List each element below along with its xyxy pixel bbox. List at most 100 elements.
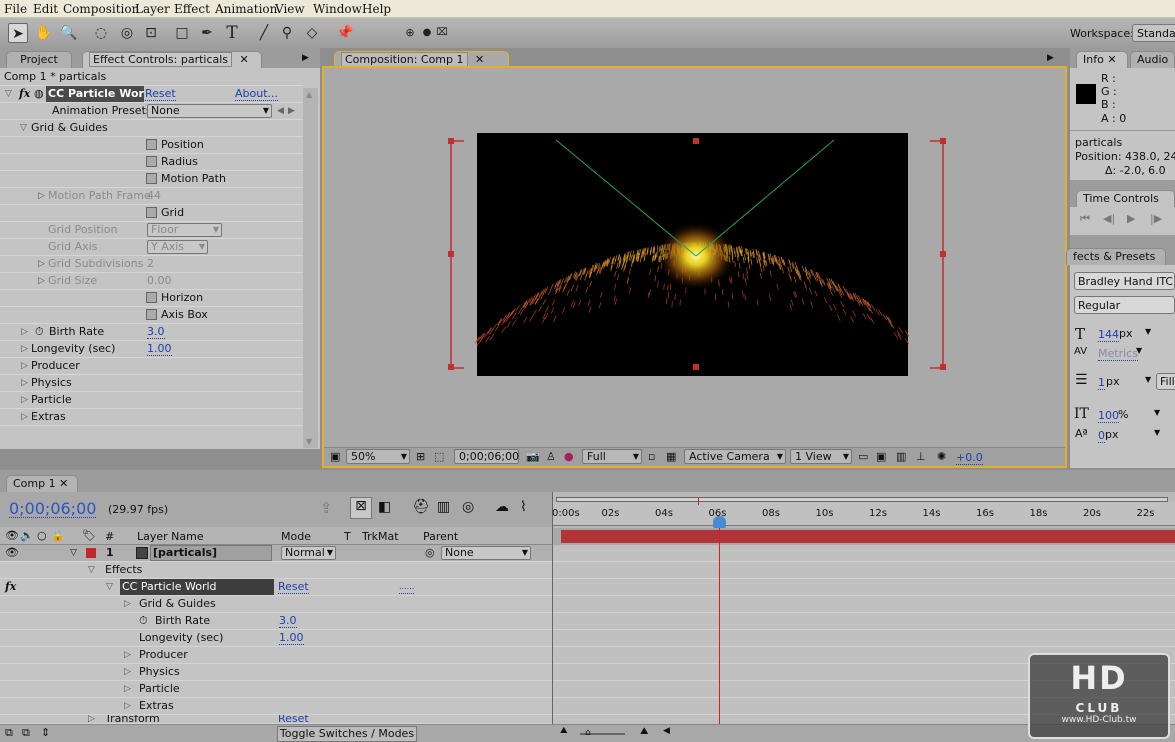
video-switch-icon[interactable]: 👁 (5, 529, 19, 542)
physics-group[interactable]: Physics (139, 664, 180, 680)
motion-path-checkbox[interactable] (146, 173, 157, 184)
menu-help[interactable]: Help (362, 2, 391, 16)
pickwhip-icon[interactable]: ◎ (425, 545, 435, 561)
birth-rate-value[interactable]: 3.0 (147, 325, 165, 339)
horizon-checkbox[interactable] (146, 292, 157, 303)
pen-tool-icon[interactable]: ✒ (197, 23, 217, 43)
expand-icon[interactable]: ▷ (124, 664, 131, 680)
column-layer-name[interactable]: Layer Name (137, 530, 204, 543)
expand-icon[interactable]: ▷ (21, 392, 28, 408)
next-preset-icon[interactable]: ▶ (288, 103, 295, 119)
fx-icon[interactable]: fx (19, 86, 30, 102)
toggle-pixel-aspect-icon[interactable]: ▭ (858, 450, 868, 463)
current-time-indicator[interactable] (719, 522, 720, 724)
first-frame-icon[interactable]: ⏮ (1080, 212, 1090, 226)
label-color-swatch[interactable] (86, 548, 96, 558)
menu-window[interactable]: Window (313, 2, 362, 16)
blend-mode-select[interactable]: Normal (281, 546, 336, 560)
close-icon[interactable]: ✕ (1107, 53, 1116, 66)
grid-guides-group[interactable]: Grid & Guides (31, 120, 108, 136)
toggle-switches-modes-button[interactable]: Toggle Switches / Modes (277, 726, 417, 742)
birth-rate-value[interactable]: 3.0 (279, 614, 297, 628)
view-axis-icon[interactable]: ⌧ (432, 23, 452, 43)
fill-stroke-select[interactable]: Fill (1156, 373, 1175, 390)
composition-viewer[interactable]: ▣ 50% ▼ ⊞ ⬚ 0;00;06;00 📷 ♙ ● Full ▼ ▫ ▦ Ac… (322, 66, 1067, 468)
tab-effect-controls[interactable]: Effect Controls: particals ✕ (82, 51, 262, 68)
workspace-select[interactable]: Standar (1132, 24, 1175, 42)
particle-group[interactable]: Particle (31, 392, 72, 408)
previous-frame-icon[interactable]: ◀| (1103, 212, 1115, 225)
vertical-scale-dropdown-icon[interactable]: ▼ (1154, 408, 1160, 417)
graph-editor-icon[interactable]: ⌇ (520, 499, 527, 515)
close-icon[interactable]: ✕ (240, 53, 249, 66)
baseline-shift-value[interactable]: 0 (1098, 429, 1105, 443)
grid-guides-group[interactable]: Grid & Guides (139, 596, 216, 612)
mask-visibility-icon[interactable]: ⬚ (434, 450, 444, 463)
animation-presets-select[interactable]: None (147, 104, 272, 118)
flowchart-icon[interactable]: ⊥ (916, 450, 926, 463)
close-icon[interactable]: ✕ (59, 477, 68, 490)
expand-modes-icon[interactable]: ⧉ (22, 726, 30, 740)
scroll-left-icon[interactable]: ◀ (663, 726, 670, 736)
producer-group[interactable]: Producer (139, 647, 188, 663)
comp-mini-flowchart-icon[interactable]: ⇪ (320, 499, 333, 517)
draft-3d-icon[interactable]: ◧ (378, 499, 391, 515)
tab-comp-1[interactable]: Comp 1 ✕ (6, 475, 78, 492)
pan-behind-tool-icon[interactable]: ⊡ (141, 23, 161, 43)
expand-icon[interactable]: ▷ (21, 358, 28, 374)
extras-group[interactable]: Extras (31, 409, 66, 425)
reset-exposure-icon[interactable]: ✺ (937, 450, 946, 463)
axis-box-checkbox[interactable] (146, 309, 157, 320)
collapse-icon[interactable]: ▽ (106, 579, 113, 595)
menu-composition[interactable]: Composition (63, 2, 139, 16)
rectangle-tool-icon[interactable]: □ (172, 23, 192, 43)
rotate-tool-icon[interactable]: ◌ (91, 23, 111, 43)
audio-switch-icon[interactable]: 🔈 (20, 529, 34, 542)
longevity-value[interactable]: 1.00 (147, 342, 172, 356)
next-frame-icon[interactable]: |▶ (1150, 212, 1162, 225)
expand-icon[interactable]: ▷ (88, 715, 95, 723)
menu-layer[interactable]: Layer (135, 2, 170, 16)
property-row[interactable]: ▷ Grid & Guides (0, 596, 552, 613)
expand-icon[interactable]: ▷ (124, 647, 131, 663)
effect-name[interactable]: CC Particle World (46, 86, 144, 102)
always-preview-icon[interactable]: ▣ (330, 450, 340, 463)
resolution-select[interactable]: Full ▼ (582, 449, 642, 464)
timeline-icon[interactable]: ▥ (896, 450, 906, 463)
layer-name[interactable]: [particals] (150, 545, 272, 561)
stopwatch-icon[interactable]: ⏱ (35, 324, 44, 340)
play-icon[interactable]: ▶ (1127, 212, 1135, 225)
brush-tool-icon[interactable]: ╱ (254, 23, 274, 43)
frame-blending-icon[interactable]: ▥ (437, 499, 450, 515)
layer-row[interactable]: 👁 ▽ 1 [particals] Normal ◎ None (0, 545, 552, 562)
channel-icon[interactable]: ● (564, 450, 574, 463)
vertical-scale-value[interactable]: 100 (1098, 409, 1119, 423)
collapse-icon[interactable]: ▽ (20, 120, 27, 136)
collapse-icon[interactable]: ▽ (70, 545, 77, 561)
effect-about-link[interactable]: ...... (399, 580, 415, 594)
expand-icon[interactable]: ▷ (124, 681, 131, 697)
tab-audio[interactable]: Audio (1130, 51, 1175, 68)
menu-effect[interactable]: Effect (174, 2, 210, 16)
lock-switch-icon[interactable]: 🔒 (51, 529, 65, 542)
property-row[interactable]: ▷ Physics (0, 664, 552, 681)
effect-name[interactable]: CC Particle World (120, 579, 274, 595)
eraser-tool-icon[interactable]: ◇ (302, 23, 322, 43)
expand-icon[interactable]: ▷ (21, 324, 28, 340)
menu-file[interactable]: File (4, 2, 27, 16)
expand-icon[interactable]: ▷ (38, 256, 45, 272)
position-checkbox[interactable] (146, 139, 157, 150)
property-row[interactable]: ▷ Producer (0, 647, 552, 664)
close-icon[interactable]: ✕ (475, 53, 484, 66)
physics-group[interactable]: Physics (31, 375, 72, 391)
hand-tool-icon[interactable]: ✋ (34, 23, 54, 43)
reset-link[interactable]: Reset (145, 87, 176, 101)
expand-icon[interactable]: ▷ (124, 698, 131, 714)
view-layout-select[interactable]: 1 View ▼ (790, 449, 852, 464)
camera-orbit-tool-icon[interactable]: ◎ (117, 23, 137, 43)
effects-row[interactable]: ▽ Effects (0, 562, 552, 579)
property-row[interactable]: ⏱ Birth Rate 3.0 (0, 613, 552, 630)
expand-icon[interactable]: ▷ (21, 341, 28, 357)
transparency-grid-icon[interactable]: ▦ (666, 450, 676, 463)
tab-project[interactable]: Project (6, 51, 72, 68)
